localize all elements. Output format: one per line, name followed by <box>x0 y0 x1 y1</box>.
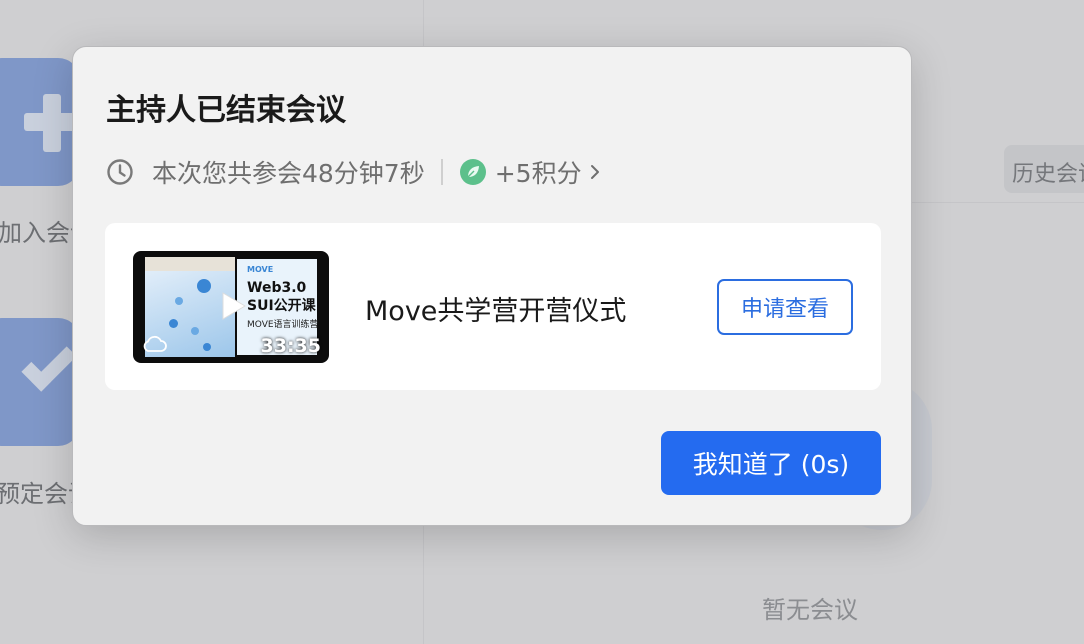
leaf-icon[interactable] <box>459 158 487 186</box>
dialog-title: 主持人已结束会议 <box>106 93 346 128</box>
request-access-button[interactable]: 申请查看 <box>717 279 853 335</box>
got-it-button[interactable]: 我知道了 (0s) <box>661 431 881 495</box>
meeting-summary-row: 本次您共参会48分钟7秒 +5积分 <box>106 155 602 189</box>
clock-icon <box>107 159 133 185</box>
recording-duration: 33:35 <box>260 335 321 357</box>
meta-divider <box>440 159 443 185</box>
plus-icon-vertical <box>43 94 61 152</box>
cloud-icon <box>143 335 167 352</box>
history-meetings-tab: 历史会议 <box>1004 145 1084 193</box>
slide-subtitle: MOVE语言训练营 <box>247 320 319 330</box>
slide-brand: MOVE <box>247 265 274 274</box>
history-divider <box>912 202 1084 203</box>
meeting-ended-dialog: 主持人已结束会议 本次您共参会48分钟7秒 +5积分 MOVE Web3.0 S… <box>72 46 912 526</box>
play-icon[interactable] <box>219 291 247 321</box>
slide-title: Web3.0 SUI公开课 <box>247 280 316 314</box>
attendance-duration: 本次您共参会48分钟7秒 <box>152 159 425 188</box>
recording-thumbnail[interactable]: MOVE Web3.0 SUI公开课 MOVE语言训练营 33:35 <box>133 251 329 363</box>
points-link[interactable]: +5积分 <box>495 154 582 190</box>
recording-card: MOVE Web3.0 SUI公开课 MOVE语言训练营 33:35 Move共… <box>105 223 881 390</box>
chevron-right-icon[interactable] <box>588 161 602 183</box>
recording-title: Move共学营开营仪式 <box>365 296 627 327</box>
empty-state-text: 暂无会议 <box>762 596 858 624</box>
